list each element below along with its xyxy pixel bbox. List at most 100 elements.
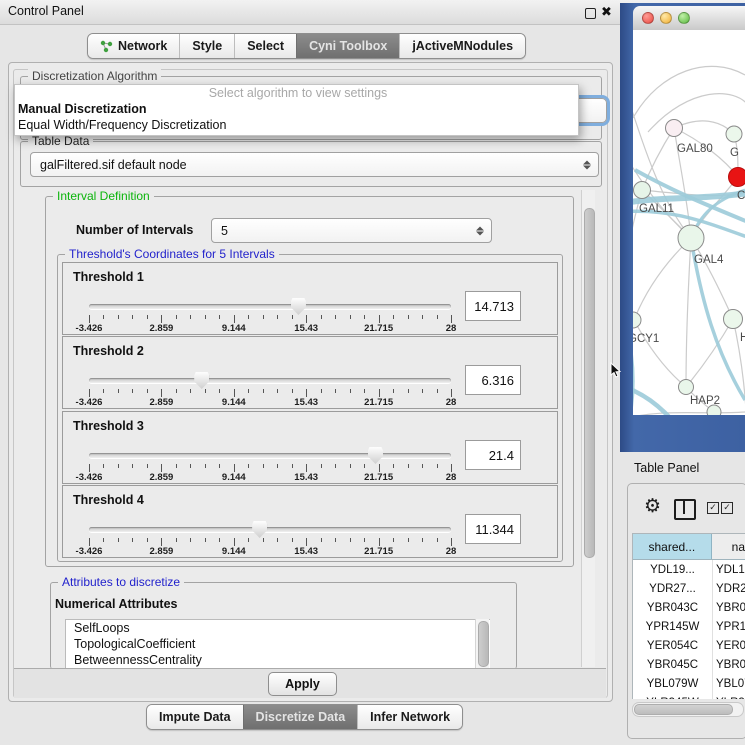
tab-jactivemnodules[interactable]: jActiveMNodules [399, 34, 525, 58]
tab-select[interactable]: Select [234, 34, 296, 58]
network-node[interactable] [726, 126, 742, 142]
threshold-3-slider-track[interactable] [89, 453, 451, 458]
threshold-4-value-field[interactable]: 11.344 [465, 514, 521, 544]
threshold-1-slider-thumb[interactable] [291, 298, 306, 315]
tab-cyni-toolbox[interactable]: Cyni Toolbox [296, 34, 399, 58]
cell-shared-name[interactable]: YBR045C [633, 655, 713, 674]
algorithm-placeholder-option[interactable]: Select algorithm to view settings [15, 85, 578, 101]
cell-name[interactable]: YBL079W [713, 674, 745, 693]
slider-tick-labels: -3.4262.8599.14415.4321.71528 [89, 323, 452, 335]
table-row[interactable]: YBL079WYBL079W [633, 674, 745, 693]
attribute-list-item[interactable]: TopologicalCoefficient [66, 636, 490, 652]
node-label: C [737, 190, 745, 202]
settings-scrollbar[interactable] [581, 190, 595, 667]
close-traffic-light-icon[interactable] [642, 12, 654, 24]
cell-shared-name[interactable]: YBR043C [633, 598, 713, 617]
network-node[interactable] [679, 380, 694, 395]
cell-shared-name[interactable]: YER054C [633, 636, 713, 655]
threshold-1-value-field[interactable]: 14.713 [465, 291, 521, 321]
threshold-1-slider-track[interactable] [89, 304, 451, 309]
network-node[interactable] [678, 225, 704, 251]
node-label: GAL11 [639, 203, 674, 215]
cell-shared-name[interactable]: YBL079W [633, 674, 713, 693]
interval-definition-title: Interval Definition [53, 189, 154, 203]
node-table[interactable]: shared... na YDL19...YDL19...YDR27...YDR… [632, 533, 745, 699]
node-label: HAP2 [690, 395, 720, 407]
cell-name[interactable]: YDR27... [713, 579, 745, 598]
cell-name[interactable]: YLR345W [713, 693, 745, 699]
numerical-attributes-label: Numerical Attributes [55, 597, 177, 611]
table-row[interactable]: YLR345WYLR345W [633, 693, 745, 699]
cell-name[interactable]: YPR145W [713, 617, 745, 636]
network-node[interactable] [729, 168, 745, 187]
tab-impute-data[interactable]: Impute Data [147, 705, 243, 729]
number-of-intervals-label: Number of Intervals [76, 223, 193, 237]
cell-shared-name[interactable]: YPR145W [633, 617, 713, 636]
table-data-combobox[interactable]: galFiltered.sif default node [30, 152, 599, 177]
threshold-2-slider-track[interactable] [89, 378, 451, 383]
number-of-intervals-combobox[interactable]: 5 [211, 218, 492, 243]
threshold-2-label: Threshold 2 [73, 344, 144, 358]
cell-name[interactable]: YDL19... [713, 560, 745, 579]
network-node[interactable] [724, 310, 743, 329]
column-header-name[interactable]: na [712, 534, 745, 559]
table-horizontal-scrollbar[interactable] [632, 702, 744, 717]
table-data-group: Table Data galFiltered.sif default node [20, 141, 602, 187]
network-view-canvas[interactable]: GAL80GCGAL11GAL4GCY1HHAP2 [633, 30, 745, 415]
threshold-4-slider-track[interactable] [89, 527, 451, 532]
tab-discretize-data[interactable]: Discretize Data [243, 705, 358, 729]
cell-shared-name[interactable]: YLR345W [633, 693, 713, 699]
minimize-traffic-light-icon[interactable] [660, 12, 672, 24]
network-tab-icon [100, 40, 113, 53]
cell-name[interactable]: YBR043C [713, 598, 745, 617]
float-window-icon[interactable] [585, 8, 596, 19]
attribute-list-item[interactable]: SelfLoops [66, 620, 490, 636]
threshold-2-slider-thumb[interactable] [194, 372, 209, 389]
threshold-4-slider-thumb[interactable] [252, 521, 267, 538]
attributes-list-scrollbar[interactable] [475, 619, 489, 669]
tab-infer-network[interactable]: Infer Network [357, 705, 462, 729]
threshold-3-slider-thumb[interactable] [368, 447, 383, 464]
threshold-2-value-field[interactable]: 6.316 [465, 365, 521, 395]
numerical-attributes-list[interactable]: SelfLoopsTopologicalCoefficientBetweenne… [65, 619, 490, 670]
algorithm-option-equal-width[interactable]: Equal Width/Frequency Discretization [15, 117, 578, 133]
table-row[interactable]: YBR045CYBR045C [633, 655, 745, 674]
table-panel: ⚙ ✓ ✓ shared... na YDL19...YDL19...YDR27… [627, 483, 745, 739]
cell-shared-name[interactable]: YDL19... [633, 560, 713, 579]
attributes-group-title: Attributes to discretize [58, 575, 184, 589]
apply-button[interactable]: Apply [268, 672, 337, 696]
cell-name[interactable]: YBR045C [713, 655, 745, 674]
table-row[interactable]: YBR043CYBR043C [633, 598, 745, 617]
tab-style[interactable]: Style [179, 34, 234, 58]
table-row[interactable]: YDR27...YDR27... [633, 579, 745, 598]
node-label: H [740, 332, 745, 344]
threshold-4-panel: Threshold 4 -3.4262.8599.14415.4321.7152… [62, 485, 558, 558]
cell-shared-name[interactable]: YDR27... [633, 579, 713, 598]
table-header-row: shared... na [633, 534, 745, 560]
table-row[interactable]: YPR145WYPR145W [633, 617, 745, 636]
table-data-title: Table Data [28, 134, 93, 148]
network-window-titlebar[interactable] [633, 6, 745, 31]
table-row[interactable]: YER054CYER054C [633, 636, 745, 655]
table-row[interactable]: YDL19...YDL19... [633, 560, 745, 579]
threshold-3-panel: Threshold 3 -3.4262.8599.14415.4321.7152… [62, 411, 558, 484]
gear-icon[interactable]: ⚙ [644, 497, 661, 516]
bottom-tab-bar: Impute Data Discretize Data Infer Networ… [146, 704, 463, 730]
checkbox-icon[interactable]: ✓ [707, 502, 719, 514]
tab-network[interactable]: Network [88, 34, 179, 58]
network-node[interactable] [666, 120, 683, 137]
network-node[interactable] [634, 182, 651, 199]
network-node[interactable] [633, 312, 641, 328]
algorithm-option-manual[interactable]: Manual Discretization [15, 101, 578, 117]
column-header-shared-name[interactable]: shared... [633, 534, 712, 559]
column-layout-icon[interactable] [674, 499, 696, 520]
attribute-list-item[interactable]: BetweennessCentrality [66, 652, 490, 668]
discretization-algorithm-title: Discretization Algorithm [28, 69, 161, 83]
cell-name[interactable]: YER054C [713, 636, 745, 655]
mouse-cursor [610, 362, 622, 384]
table-hscroll-thumb[interactable] [634, 704, 733, 715]
checkbox-icon[interactable]: ✓ [721, 502, 733, 514]
zoom-traffic-light-icon[interactable] [678, 12, 690, 24]
close-icon[interactable]: ✖ [601, 4, 612, 20]
threshold-3-value-field[interactable]: 21.4 [465, 440, 521, 470]
